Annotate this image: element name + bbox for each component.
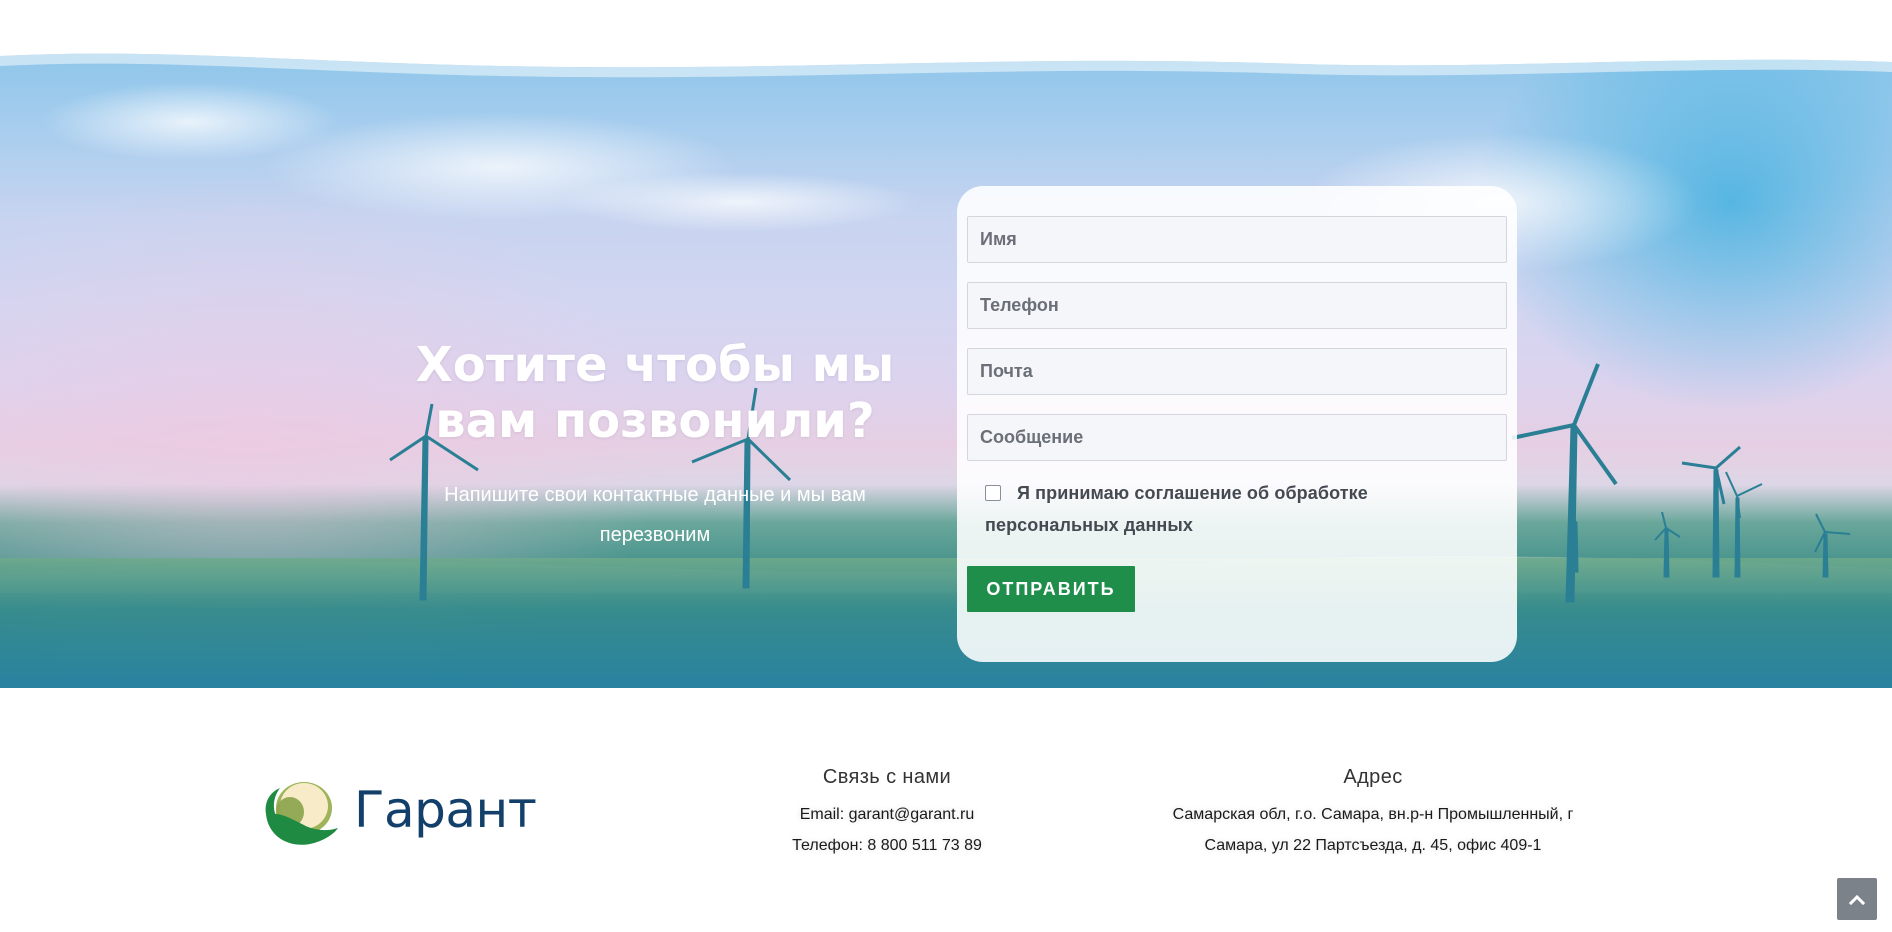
- contacts-phone[interactable]: Телефон: 8 800 511 73 89: [737, 830, 1037, 861]
- name-input[interactable]: [967, 216, 1507, 263]
- address-title: Адрес: [1343, 766, 1403, 788]
- chevron-up-icon: [1849, 894, 1865, 905]
- wind-turbines-illustration: [389, 363, 1851, 603]
- garant-logo[interactable]: Гарант: [262, 778, 542, 848]
- hero-top-wave: [0, 52, 1892, 78]
- address-line2: Самара, ул 22 Партсъезда, д. 45, офис 40…: [1204, 837, 1542, 854]
- scroll-top-button[interactable]: [1837, 878, 1877, 920]
- footer-contacts: Связь с нами Email: garant@garant.ru Тел…: [737, 766, 1037, 861]
- consent-label: Я принимаю соглашение об обработке персо…: [985, 483, 1368, 535]
- hero-section: Хотите чтобы мы вам позвонили? Напишите …: [0, 52, 1892, 688]
- contacts-email[interactable]: Email: garant@garant.ru: [737, 799, 1037, 830]
- hero-title-line1: Хотите чтобы мы: [415, 337, 895, 393]
- garant-logo-icon: [265, 782, 338, 845]
- callback-form: Я принимаю соглашение об обработке персо…: [957, 186, 1517, 662]
- contacts-title: Связь с нами: [822, 766, 952, 788]
- footer-address: Адрес Самарская обл, г.о. Самара, вн.р-н…: [1110, 766, 1636, 861]
- phone-input[interactable]: [967, 282, 1507, 329]
- hero-title-line2: вам позвонили?: [435, 393, 875, 449]
- email-input[interactable]: [967, 348, 1507, 395]
- hero-subtitle: Напишите свои контактные данные и мы вам…: [444, 484, 866, 546]
- hero-title: Хотите чтобы мы вам позвонили?: [395, 337, 915, 449]
- message-input[interactable]: [967, 414, 1507, 461]
- consent-row: Я принимаю соглашение об обработке персо…: [985, 483, 1505, 541]
- submit-button[interactable]: ОТПРАВИТЬ: [967, 566, 1135, 612]
- address-line1: Самарская обл, г.о. Самара, вн.р-н Промы…: [1172, 806, 1574, 823]
- logo-wordmark: Гарант: [354, 781, 537, 839]
- hero-text-block: Хотите чтобы мы вам позвонили? Напишите …: [395, 337, 915, 555]
- consent-checkbox[interactable]: [985, 485, 1001, 501]
